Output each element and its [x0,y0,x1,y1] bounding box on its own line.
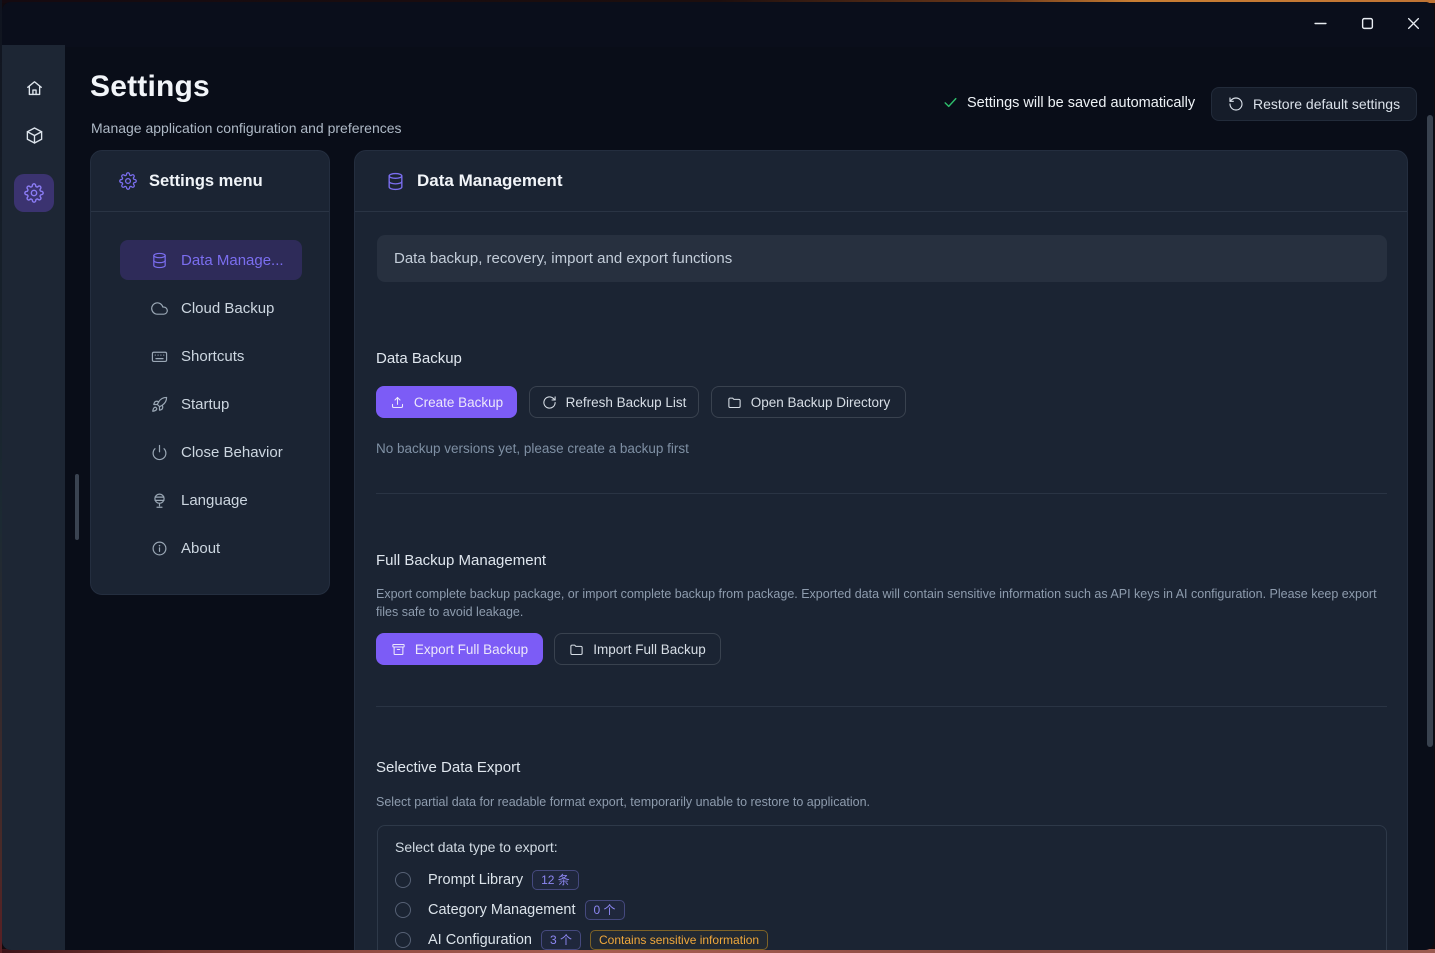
import-full-backup-button[interactable]: Import Full Backup [554,633,721,665]
autosave-note-text: Settings will be saved automatically [967,95,1195,111]
radio-category-management[interactable] [395,902,411,918]
app-sidebar [2,45,65,950]
database-icon [386,172,405,191]
settings-menu-title: Settings menu [149,172,263,191]
gear-icon [24,183,44,203]
autosave-note: Settings will be saved automatically [942,94,1195,111]
select-data-type-label: Select data type to export: [395,839,558,855]
page-title: Settings [90,70,210,104]
menu-item-close-behavior[interactable]: Close Behavior [120,432,302,472]
package-icon [25,126,44,145]
upload-icon [390,395,405,410]
close-button[interactable] [1398,10,1428,36]
home-icon [25,79,44,98]
settings-menu-panel: Settings menu Data Manage... Cloud Backu… [90,150,330,595]
radio-prompt-library[interactable] [395,872,411,888]
count-badge: 3 个 [541,930,581,950]
full-backup-description: Export complete backup package, or impor… [376,585,1384,621]
minimize-button[interactable] [1305,10,1335,36]
restore-defaults-button[interactable]: Restore default settings [1211,87,1417,121]
refresh-backup-list-button[interactable]: Refresh Backup List [529,386,699,418]
page-subtitle: Manage application configuration and pre… [91,120,402,136]
count-badge: 0 个 [585,900,625,920]
sidebar-item-modules[interactable] [14,116,54,154]
export-type-select-box: Select data type to export: Prompt Libra… [377,825,1387,950]
card-header: Data Management [355,151,1407,212]
check-icon [942,94,959,111]
radio-ai-configuration[interactable] [395,932,411,948]
sensitive-warning-badge: Contains sensitive information [590,930,768,950]
data-backup-title: Data Backup [376,350,462,367]
menu-item-startup[interactable]: Startup [120,384,302,424]
create-backup-button[interactable]: Create Backup [376,386,517,418]
archive-icon [391,642,406,657]
sidebar-item-home[interactable] [14,69,54,107]
settings-menu-gear-icon [119,172,137,190]
refresh-icon [542,395,557,410]
globe-icon [151,492,168,509]
settings-menu-header: Settings menu [91,151,329,212]
module-description-box: Data backup, recovery, import and export… [377,235,1387,282]
open-backup-directory-button[interactable]: Open Backup Directory [711,386,906,418]
menu-item-about[interactable]: About [120,528,302,568]
minimize-icon [1314,17,1327,30]
menu-item-language[interactable]: Language [120,480,302,520]
close-icon [1407,17,1420,30]
app-window: Settings Manage application configuratio… [2,2,1434,950]
full-backup-title: Full Backup Management [376,552,546,569]
maximize-icon [1361,17,1374,30]
divider [376,493,1387,494]
menu-item-data-management[interactable]: Data Manage... [120,240,302,280]
selective-export-description: Select partial data for readable format … [376,793,1384,811]
folder-icon [569,642,584,657]
card-title: Data Management [417,171,562,191]
menu-item-cloud-backup[interactable]: Cloud Backup [120,288,302,328]
module-description: Data backup, recovery, import and export… [394,250,732,267]
export-full-backup-button[interactable]: Export Full Backup [376,633,543,665]
keyboard-icon [151,348,168,365]
maximize-button[interactable] [1352,10,1382,36]
panel-drag-handle[interactable] [75,474,79,540]
database-icon [151,252,168,269]
no-backup-note: No backup versions yet, please create a … [376,441,689,456]
power-icon [151,444,168,461]
folder-icon [727,395,742,410]
data-management-card: Data Management Data backup, recovery, i… [354,150,1408,950]
selective-export-title: Selective Data Export [376,759,520,776]
export-option-prompt-library: Prompt Library 12 条 [395,869,579,891]
menu-item-shortcuts[interactable]: Shortcuts [120,336,302,376]
titlebar [2,2,1434,47]
restore-icon [1228,96,1244,112]
divider [376,706,1387,707]
vertical-scrollbar[interactable] [1427,115,1433,747]
sidebar-item-settings[interactable] [14,174,54,212]
cloud-icon [151,300,168,317]
info-icon [151,540,168,557]
rocket-icon [151,396,168,413]
export-option-category-management: Category Management 0 个 [395,899,625,921]
count-badge: 12 条 [532,870,579,890]
export-option-ai-configuration: AI Configuration 3 个 Contains sensitive … [395,929,768,950]
